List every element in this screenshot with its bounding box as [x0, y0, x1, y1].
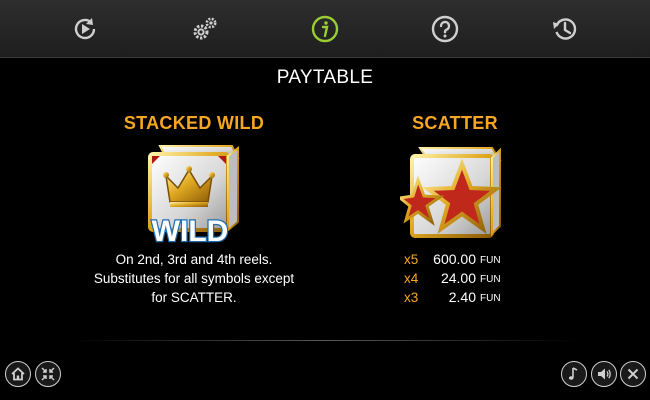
sound-icon — [598, 368, 611, 380]
info-icon — [311, 15, 339, 43]
replay-icon — [74, 18, 96, 40]
help-icon — [431, 15, 459, 43]
payout-row: x5 600.00 FUN — [404, 250, 524, 269]
stacked-wild-heading: STACKED WILD — [123, 113, 265, 133]
wild-description: On 2nd, 3rd and 4th reels. Substitutes f… — [84, 250, 304, 307]
wild-description-line: for SCATTER. — [151, 290, 237, 305]
settings-gears-icon — [193, 17, 217, 40]
payout-currency: FUN — [480, 293, 501, 304]
payout-multiplier: x4 — [404, 271, 419, 286]
sound-button[interactable] — [591, 361, 617, 387]
wild-symbol-label: WILD — [152, 215, 229, 248]
wild-description-line: Substitutes for all symbols except — [93, 271, 295, 286]
home-icon — [11, 367, 25, 381]
close-icon — [627, 368, 639, 380]
tab-settings[interactable] — [188, 12, 222, 46]
tab-replay[interactable] — [68, 12, 102, 46]
wild-symbol-icon: WILD — [148, 145, 240, 248]
tab-info[interactable] — [308, 12, 342, 46]
top-nav-bar — [0, 0, 650, 58]
tab-help[interactable] — [428, 12, 462, 46]
fullscreen-exit-button[interactable] — [35, 361, 61, 387]
payout-row: x4 24.00 FUN — [404, 269, 524, 288]
payout-currency: FUN — [480, 255, 501, 266]
page-title: PAYTABLE — [276, 67, 374, 88]
scatter-symbol-icon — [400, 147, 502, 238]
payout-value: 600.00 — [433, 251, 476, 267]
history-icon — [553, 18, 577, 40]
home-button[interactable] — [5, 361, 31, 387]
scatter-heading: SCATTER — [412, 113, 498, 133]
music-button[interactable] — [561, 361, 587, 387]
payout-row: x3 2.40 FUN — [404, 288, 524, 307]
close-button[interactable] — [620, 361, 646, 387]
scatter-payout-table: x5 600.00 FUN x4 24.00 FUN x3 2.40 FUN — [404, 250, 524, 307]
divider — [70, 340, 580, 341]
tab-history[interactable] — [548, 12, 582, 46]
wild-description-line: On 2nd, 3rd and 4th reels. — [115, 252, 273, 267]
payout-value: 24.00 — [440, 270, 476, 286]
payout-multiplier: x3 — [404, 290, 419, 305]
fullscreen-exit-icon — [41, 367, 55, 381]
payout-multiplier: x5 — [404, 252, 419, 267]
payout-value: 2.40 — [448, 289, 476, 305]
payout-currency: FUN — [480, 274, 501, 285]
music-icon — [568, 367, 578, 380]
